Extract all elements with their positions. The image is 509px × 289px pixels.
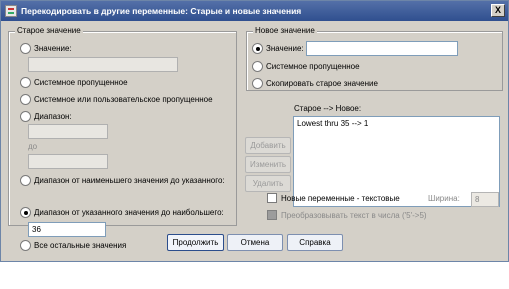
remove-button[interactable]: Удалить <box>245 175 291 192</box>
dialog-window: Перекодировать в другие переменные: Стар… <box>0 0 509 262</box>
new-system-missing-label: Системное пропущенное <box>266 62 360 71</box>
old-value-input[interactable] <box>28 57 178 72</box>
old-system-or-user-missing-option[interactable]: Системное или пользовательское пропущенн… <box>20 94 213 105</box>
old-range-through-label: до <box>28 142 37 151</box>
new-copy-old-option[interactable]: Скопировать старое значение <box>252 78 378 89</box>
new-system-missing-option[interactable]: Системное пропущенное <box>252 61 360 72</box>
new-copy-old-radio[interactable] <box>252 78 263 89</box>
old-system-missing-label: Системное пропущенное <box>34 78 128 87</box>
old-system-missing-radio[interactable] <box>20 77 31 88</box>
old-range-option[interactable]: Диапазон: <box>20 111 72 122</box>
convert-numeric-checkbox[interactable] <box>267 210 277 220</box>
old-all-other-label: Все остальные значения <box>34 241 127 250</box>
old-range-high-input[interactable] <box>28 154 108 169</box>
old-system-or-user-missing-radio[interactable] <box>20 94 31 105</box>
old-range-radio[interactable] <box>20 111 31 122</box>
close-button[interactable]: X <box>491 4 505 17</box>
old-value-label: Значение: <box>34 44 72 53</box>
string-output-option[interactable]: Новые переменные - текстовые <box>267 193 400 203</box>
old-range-highest-radio[interactable] <box>20 207 31 218</box>
add-button[interactable]: Добавить <box>245 137 291 154</box>
new-value-radio[interactable] <box>252 43 263 54</box>
width-label: Ширина: <box>428 194 460 203</box>
old-range-label: Диапазон: <box>34 112 72 121</box>
mapping-label: Старое --> Новое: <box>294 104 361 113</box>
old-system-or-user-missing-label: Системное или пользовательское пропущенн… <box>34 95 213 104</box>
old-value-option[interactable]: Значение: <box>20 43 72 54</box>
old-range-lowest-label: Диапазон от наименьшего значения до указ… <box>34 176 225 185</box>
new-value-option[interactable]: Значение: <box>252 43 304 54</box>
old-range-through-text: до <box>28 142 38 151</box>
old-system-missing-option[interactable]: Системное пропущенное <box>20 77 128 88</box>
convert-numeric-option[interactable]: Преобразовывать текст в числа ('5'->5) <box>267 210 427 220</box>
old-range-lowest-radio[interactable] <box>20 175 31 186</box>
help-button[interactable]: Справка <box>287 234 343 251</box>
new-system-missing-radio[interactable] <box>252 61 263 72</box>
string-output-label: Новые переменные - текстовые <box>281 193 400 203</box>
old-value-legend: Старое значение <box>15 26 83 35</box>
old-value-radio[interactable] <box>20 43 31 54</box>
mapping-list-item[interactable]: Lowest thru 35 --> 1 <box>297 119 496 128</box>
new-copy-old-label: Скопировать старое значение <box>266 79 378 88</box>
old-range-low-input[interactable] <box>28 124 108 139</box>
width-label-text: Ширина: <box>428 194 460 203</box>
cancel-button[interactable]: Отмена <box>227 234 283 251</box>
new-value-label: Значение: <box>266 44 304 53</box>
old-range-highest-label: Диапазон от указанного значения до наибо… <box>34 208 224 217</box>
new-value-legend: Новое значение <box>253 26 317 35</box>
width-input[interactable]: 8 <box>471 192 499 207</box>
old-range-highest-option[interactable]: Диапазон от указанного значения до наибо… <box>20 207 224 218</box>
change-button[interactable]: Изменить <box>245 156 291 173</box>
window-title: Перекодировать в другие переменные: Стар… <box>21 6 302 16</box>
old-all-other-option[interactable]: Все остальные значения <box>20 240 126 251</box>
old-range-highest-input[interactable]: 36 <box>28 222 106 237</box>
string-output-checkbox[interactable] <box>267 193 277 203</box>
old-all-other-radio[interactable] <box>20 240 31 251</box>
mapping-label-text: Старое --> Новое: <box>294 104 362 113</box>
continue-button[interactable]: Продолжить <box>167 234 224 251</box>
app-icon <box>5 5 17 17</box>
old-range-lowest-option[interactable]: Диапазон от наименьшего значения до указ… <box>20 175 225 186</box>
title-bar[interactable]: Перекодировать в другие переменные: Стар… <box>1 1 508 21</box>
new-value-input[interactable] <box>306 41 458 56</box>
convert-numeric-label: Преобразовывать текст в числа ('5'->5) <box>281 210 427 220</box>
